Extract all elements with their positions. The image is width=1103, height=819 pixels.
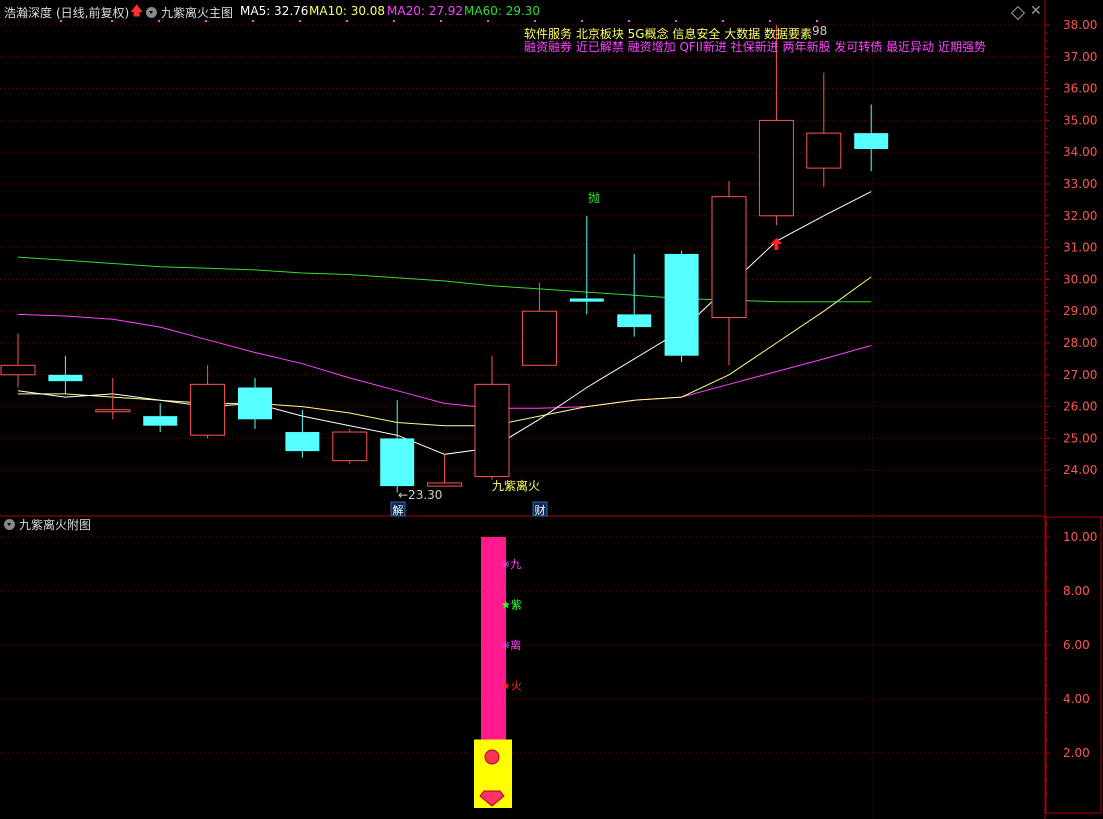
y-tick-label: 38.00 [1063, 18, 1097, 32]
candle-body [0, 364, 36, 376]
y-tick-label: 24.00 [1063, 463, 1097, 477]
y-tick-label: 33.00 [1063, 177, 1097, 191]
y-tick-label-sub: 10.00 [1063, 530, 1097, 544]
y-tick-label: 34.00 [1063, 145, 1097, 159]
candle-body [190, 383, 226, 436]
sub-signal-label: ★紫 [501, 599, 522, 612]
candle [238, 377, 272, 429]
candle [854, 104, 889, 172]
candle-body [380, 438, 415, 487]
main-indicator-name: 九紫离火主图 [161, 6, 234, 20]
marker-jie: 解 [393, 503, 404, 517]
close-icon[interactable]: ✕ [1030, 3, 1042, 19]
y-tick-label: 30.00 [1063, 272, 1097, 286]
low-price-label: ←23.30 [398, 488, 442, 502]
candle [711, 180, 747, 366]
y-tick-label-sub: 2.00 [1063, 746, 1090, 760]
ruby-icon [484, 749, 500, 765]
y-tick-label: 26.00 [1063, 400, 1097, 414]
candle-body [48, 374, 83, 382]
arrow-up-icon: 🡅 [130, 4, 144, 19]
candle [758, 25, 794, 226]
candle-body [285, 432, 320, 452]
candle [617, 253, 652, 337]
period-label[interactable]: (日线,前复权) [56, 4, 129, 21]
candle-body [521, 310, 557, 366]
candle [332, 428, 368, 464]
candle-body [664, 253, 699, 356]
marker-cai: 财 [535, 503, 546, 517]
sub-signal-label: ★火 [501, 680, 522, 693]
y-tick-label: 29.00 [1063, 304, 1097, 318]
y-tick-label: 32.00 [1063, 209, 1097, 223]
candle-body [569, 298, 604, 302]
chart-header: 浩瀚深度 (日线,前复权) 🡅 九紫离火主图 MA5: 32.76 MA10: … [0, 2, 1040, 22]
stock-name[interactable]: 浩瀚深度 [4, 4, 52, 21]
candle-body [711, 196, 747, 319]
concept-tags-row2: 融资融券 近已解禁 融资增加 QFII新进 社保新进 两年新股 发可转债 最近异… [524, 40, 986, 54]
ma60-value: MA60: 29.30 [464, 4, 541, 18]
candle [48, 355, 83, 394]
y-tick-label-sub: 4.00 [1063, 692, 1090, 706]
sell-signal-label: 抛 [588, 190, 600, 205]
indicator-menu[interactable]: 九紫离火主图 [146, 4, 233, 21]
candle [0, 333, 36, 388]
high-price-label: 98 [812, 24, 827, 38]
candle-body [95, 409, 131, 413]
candle-body [143, 416, 178, 426]
candle [95, 377, 131, 420]
y-tick-label: 35.00 [1063, 113, 1097, 127]
dropdown-circle-icon[interactable] [4, 519, 15, 530]
candle-body [427, 482, 463, 487]
stock-chart[interactable]: 38.00 37.00 36.00 35.00 34.00 33.00 32.00 31.00… [0, 0, 1103, 819]
candle-body [238, 387, 272, 420]
ma10-value: MA10: 30.08 [309, 4, 386, 18]
candle-body [806, 132, 842, 169]
candle-body [474, 383, 510, 478]
candle [664, 250, 699, 363]
candle [285, 409, 320, 458]
ma20-value: MA20: 27.92 [387, 4, 464, 18]
y-tick-label-sub: 8.00 [1063, 584, 1090, 598]
candle-body [617, 314, 652, 328]
y-tick-label: 37.00 [1063, 50, 1097, 64]
candle-body [332, 431, 368, 462]
sub-signal-label: ※九 [501, 558, 521, 571]
sub-signal-label: ※离 [501, 638, 521, 652]
candle-body [854, 133, 889, 150]
sub-panel-header[interactable]: 九紫离火附图 [0, 516, 91, 533]
y-tick-label: 27.00 [1063, 368, 1097, 382]
candle [521, 282, 557, 366]
candle [569, 215, 604, 315]
buy-arrow-icon [770, 238, 783, 250]
candle-body [758, 119, 794, 217]
candle [806, 72, 842, 188]
y-tick-label: 36.00 [1063, 82, 1097, 96]
dropdown-circle-icon[interactable] [146, 7, 157, 18]
y-tick-label-sub: 6.00 [1063, 638, 1090, 652]
y-tick-label: 31.00 [1063, 241, 1097, 255]
sub-panel-title: 九紫离火附图 [19, 518, 92, 532]
ma20-line [17, 313, 872, 409]
candle [190, 365, 226, 439]
candle [380, 400, 415, 493]
candle [143, 403, 178, 433]
signal-name-label: 九紫离火 [492, 478, 540, 493]
y-tick-label: 25.00 [1063, 431, 1097, 445]
ma5-value: MA5: 32.76 [240, 4, 309, 18]
sub-axis-frame [1045, 516, 1102, 814]
y-tick-label: 28.00 [1063, 336, 1097, 350]
